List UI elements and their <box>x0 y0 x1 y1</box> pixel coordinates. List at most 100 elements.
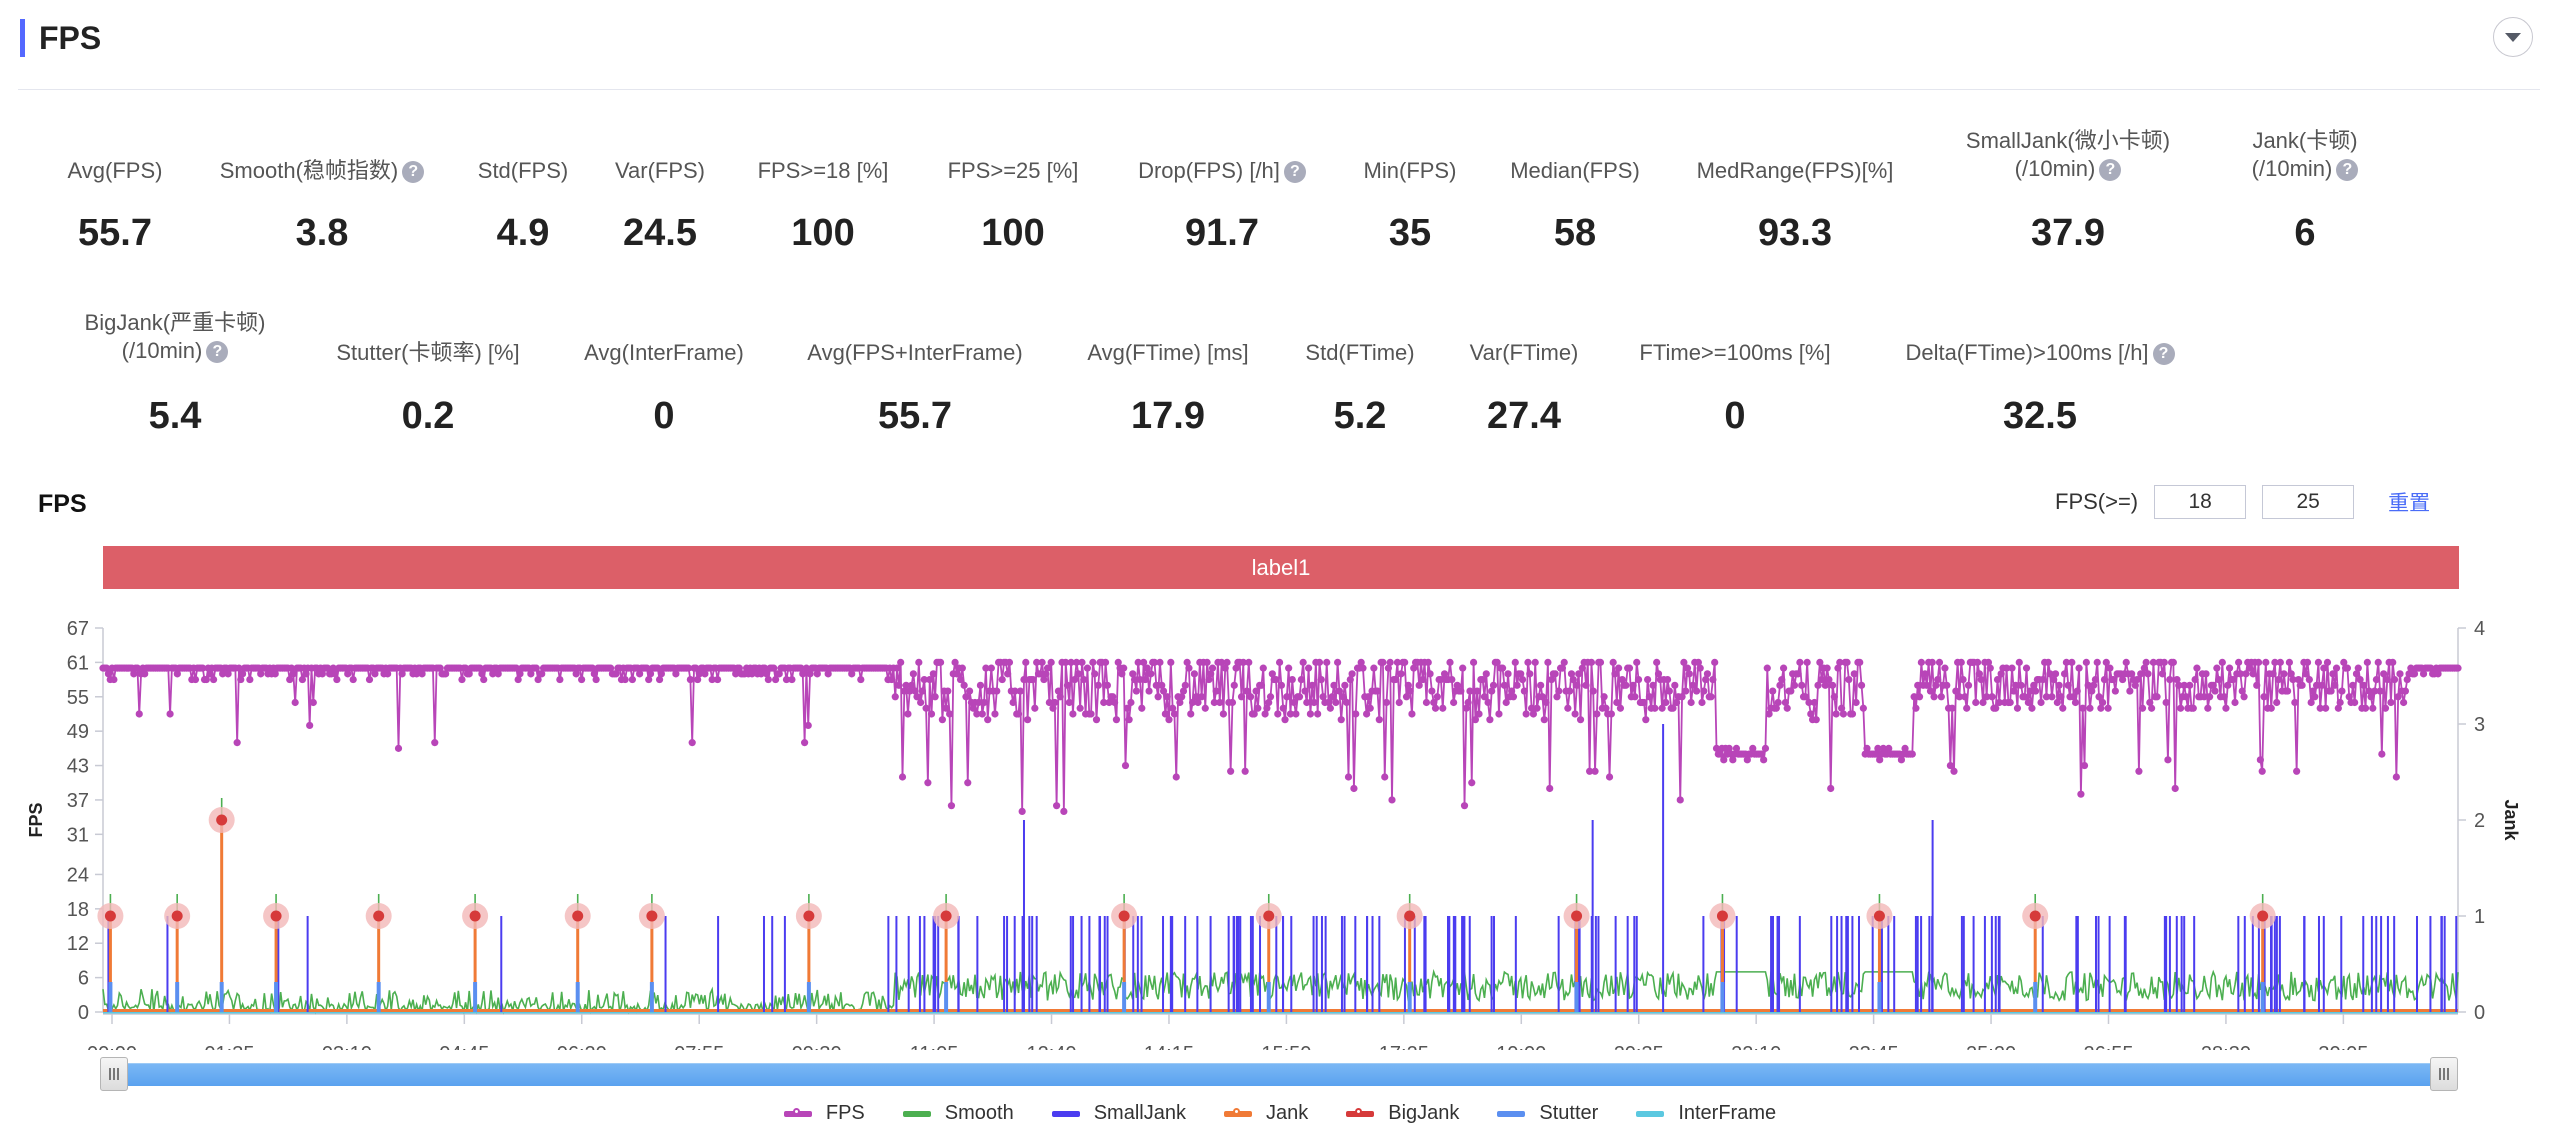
fps-point <box>2283 687 2292 695</box>
collapse-button[interactable] <box>2493 17 2533 57</box>
y-tick-label: 18 <box>67 899 89 921</box>
fps-point <box>1408 710 1416 718</box>
fps-point <box>1827 784 1835 793</box>
fps-point <box>1778 675 1786 684</box>
legend-swatch-icon <box>783 1107 812 1117</box>
bigjank-point <box>1263 910 1275 922</box>
legend-label: FPS <box>825 1102 865 1124</box>
fps-point <box>1533 704 1541 712</box>
fps-chart[interactable]: 061218243137434955616701234FPSJank00:000… <box>0 600 2560 1050</box>
fps-point <box>1796 658 1804 666</box>
fps-point <box>1489 681 1498 689</box>
fps-point <box>713 675 722 684</box>
legend-item-smalljank[interactable]: SmallJank <box>1051 1102 1186 1125</box>
fps-point <box>2177 704 2185 712</box>
grip-icon <box>109 1068 119 1080</box>
help-icon[interactable]: ? <box>2152 343 2175 366</box>
title-accent-bar <box>20 19 25 57</box>
fps-point <box>2454 664 2462 672</box>
x-tick-label: 06:20 <box>557 1043 607 1050</box>
fps-point <box>1341 681 1349 689</box>
help-icon[interactable]: ? <box>206 341 229 364</box>
zoom-slider-track[interactable] <box>106 1063 2456 1086</box>
fps-point <box>1288 675 1296 684</box>
fps-point <box>1446 658 1454 666</box>
fps-point <box>1212 687 1220 695</box>
fps-point <box>2360 681 2368 689</box>
fps-point <box>1053 802 1061 810</box>
fps-point <box>1950 767 1958 775</box>
zoom-slider-start-handle[interactable] <box>100 1057 128 1091</box>
fps-point <box>1761 744 1770 752</box>
fps-point <box>2015 658 2023 666</box>
fps-point <box>1921 670 1929 678</box>
fps-point <box>1843 658 1851 666</box>
fps-point <box>1292 710 1300 718</box>
bigjank-point <box>572 910 584 922</box>
fps-point <box>1859 704 1867 712</box>
fps-point <box>2028 704 2036 712</box>
metric-label-text: FTime>=100ms [%] <box>1639 340 1831 365</box>
fps-point <box>1241 767 1249 775</box>
y-tick-label: 12 <box>67 933 89 955</box>
triangle-down-icon <box>2505 32 2521 42</box>
fps-point <box>1540 716 1548 724</box>
legend-item-interframe[interactable]: InterFrame <box>1636 1102 1776 1125</box>
fps-point <box>897 658 905 666</box>
fps-point <box>2169 658 2177 666</box>
fps-point <box>1281 716 1289 724</box>
legend-item-stutter[interactable]: Stutter <box>1497 1102 1598 1125</box>
fps-point <box>2079 704 2087 712</box>
fps-point <box>2006 698 2014 707</box>
fps-point <box>1948 704 1956 712</box>
fps-point <box>1386 658 1394 666</box>
reset-link[interactable]: 重置 <box>2388 487 2430 517</box>
legend-swatch-icon <box>1051 1110 1080 1117</box>
fps-point <box>1803 658 1811 666</box>
fps-point <box>1645 693 1654 701</box>
fps-point <box>686 675 694 684</box>
fps-point <box>904 710 912 718</box>
fps-point <box>2390 675 2399 684</box>
help-icon[interactable]: ? <box>2336 159 2359 182</box>
fps-point <box>1591 767 1599 775</box>
fps-point <box>2262 658 2270 666</box>
fps-point <box>1301 687 1309 695</box>
legend-swatch-icon <box>1497 1110 1526 1117</box>
fps-point <box>2189 704 2197 712</box>
bigjank-point <box>940 910 952 922</box>
fps-point <box>2303 658 2312 666</box>
fps-point <box>998 675 1006 684</box>
fps-point <box>1542 698 1550 707</box>
fps-threshold-input-2[interactable] <box>2262 485 2355 519</box>
fps-point <box>1089 658 1097 666</box>
fps-point <box>1279 704 1287 712</box>
fps-point <box>2374 658 2382 666</box>
fps-point <box>1839 710 1848 718</box>
label-band-text: label1 <box>1251 554 1311 580</box>
fps-point <box>788 675 796 684</box>
fps-point <box>1305 664 1313 672</box>
fps-point <box>1185 664 1193 672</box>
fps-point <box>688 739 696 747</box>
label-band[interactable]: label1 <box>103 546 2459 589</box>
legend-item-fps[interactable]: FPS <box>783 1102 865 1125</box>
fps-point <box>1692 687 1701 695</box>
zoom-slider-end-handle[interactable] <box>2430 1057 2458 1091</box>
y2-tick-label: 0 <box>2474 1002 2485 1024</box>
fps-point <box>888 675 896 684</box>
legend-item-smooth[interactable]: Smooth <box>902 1102 1014 1125</box>
fps-point <box>2158 670 2167 678</box>
y-tick-label: 6 <box>78 968 89 990</box>
fps-point <box>1685 670 1693 678</box>
fps-point <box>1537 681 1545 689</box>
fps-point <box>1431 704 1440 712</box>
fps-point <box>898 773 907 781</box>
fps-point <box>1448 675 1456 684</box>
fps-point <box>976 681 985 689</box>
fps-threshold-input-1[interactable] <box>2154 485 2247 519</box>
fps-point <box>2162 698 2170 707</box>
legend-item-jank[interactable]: Jank <box>1223 1102 1308 1125</box>
bigjank-point <box>216 814 228 826</box>
legend-item-bigjank[interactable]: BigJank <box>1346 1102 1459 1125</box>
